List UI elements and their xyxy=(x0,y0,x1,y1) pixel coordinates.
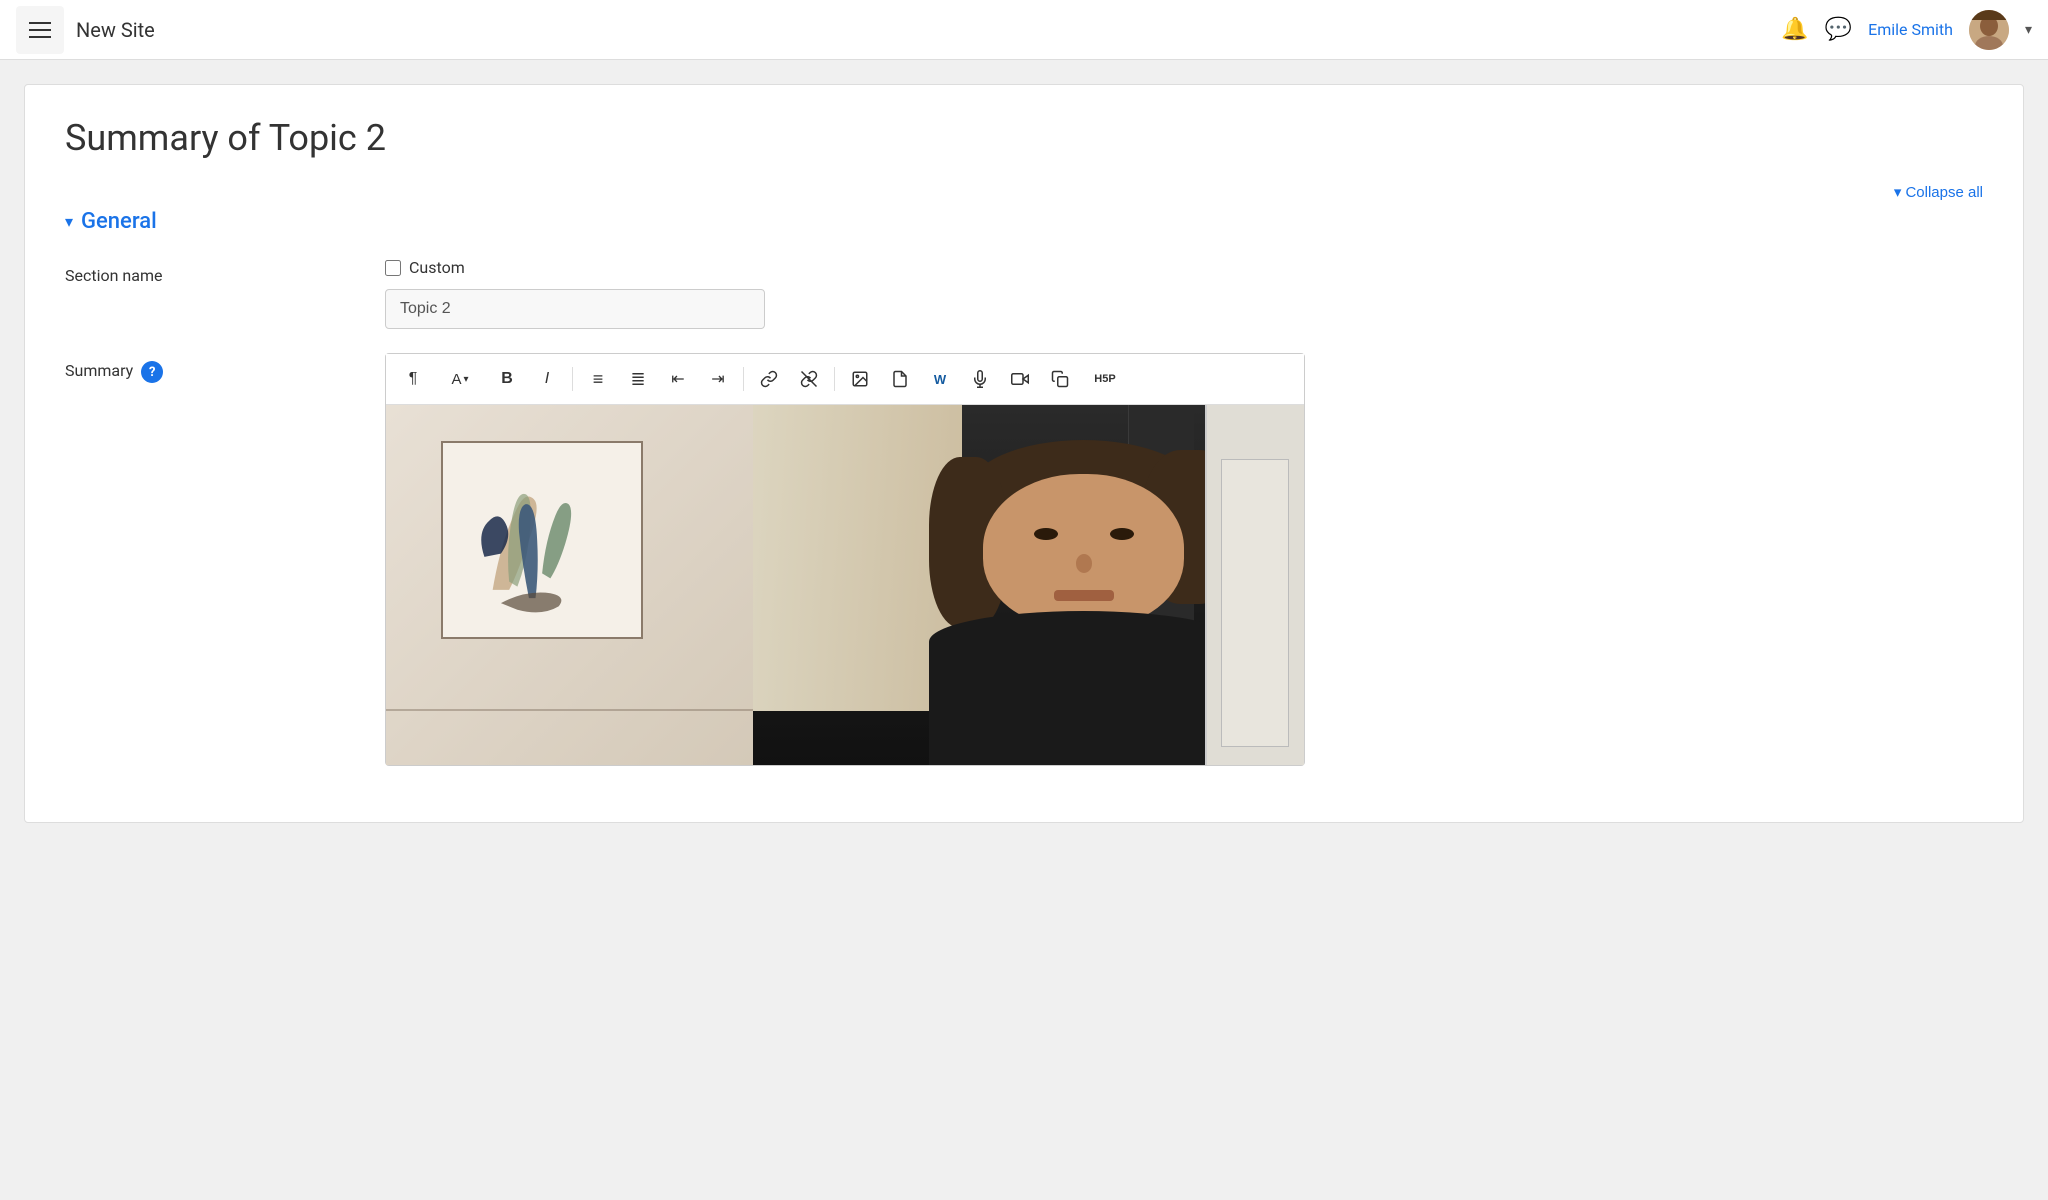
editor-toolbar: ¶ A ▾ B I ≡ ≣ ⇤ ⇥ xyxy=(386,354,1304,405)
paragraph-button[interactable]: ¶ xyxy=(394,360,432,398)
bold-button[interactable]: B xyxy=(488,360,526,398)
toolbar-separator-2 xyxy=(743,367,744,391)
artwork-frame xyxy=(441,441,643,639)
unlink-button[interactable] xyxy=(790,360,828,398)
photo-right xyxy=(753,405,1304,765)
notification-icon[interactable]: 🔔 xyxy=(1781,17,1808,42)
editor-body[interactable] xyxy=(386,405,1304,765)
insert-file-button[interactable] xyxy=(881,360,919,398)
section-name-label: Section name xyxy=(65,258,385,285)
custom-checkbox[interactable] xyxy=(385,260,401,276)
toolbar-separator-3 xyxy=(834,367,835,391)
summary-label-group: Summary ? xyxy=(65,353,385,383)
summary-label: Summary xyxy=(65,361,133,380)
main-content: Summary of Topic 2 ▾ Collapse all ▾ Gene… xyxy=(0,60,2048,847)
rich-text-editor: ¶ A ▾ B I ≡ ≣ ⇤ ⇥ xyxy=(385,353,1305,766)
toolbar-separator-1 xyxy=(572,367,573,391)
indent-decrease-button[interactable]: ⇤ xyxy=(659,360,697,398)
dropdown-arrow-icon[interactable]: ▾ xyxy=(2025,22,2032,38)
summary-editor-control: ¶ A ▾ B I ≡ ≣ ⇤ ⇥ xyxy=(385,353,1983,766)
header: New Site 🔔 💬 Emile Smith ▾ xyxy=(0,0,2048,60)
user-name[interactable]: Emile Smith xyxy=(1868,20,1953,39)
page-title: Summary of Topic 2 xyxy=(65,117,1983,159)
h5p-button[interactable]: H5P xyxy=(1081,360,1129,398)
indent-increase-button[interactable]: ⇥ xyxy=(699,360,737,398)
copy-button[interactable] xyxy=(1041,360,1079,398)
photo-scene xyxy=(386,405,1304,765)
site-title: New Site xyxy=(76,18,155,42)
avatar[interactable] xyxy=(1969,10,2009,50)
section-name-control: Custom xyxy=(385,258,1983,329)
insert-audio-button[interactable] xyxy=(961,360,999,398)
collapse-chevron-icon: ▾ xyxy=(1894,183,1902,201)
section-title: General xyxy=(81,209,157,234)
italic-button[interactable]: I xyxy=(528,360,566,398)
custom-checkbox-label: Custom xyxy=(409,258,465,277)
collapse-all-button[interactable]: ▾ Collapse all xyxy=(1894,183,1983,201)
font-size-button[interactable]: A ▾ xyxy=(434,360,486,398)
link-button[interactable] xyxy=(750,360,788,398)
menu-button[interactable] xyxy=(16,6,64,54)
door-right xyxy=(1205,405,1304,765)
body xyxy=(929,611,1237,765)
insert-video-button[interactable] xyxy=(1001,360,1039,398)
ordered-list-button[interactable]: ≣ xyxy=(619,360,657,398)
content-card: Summary of Topic 2 ▾ Collapse all ▾ Gene… xyxy=(24,84,2024,823)
custom-checkbox-row: Custom xyxy=(385,258,1983,277)
insert-word-button[interactable]: W xyxy=(921,360,959,398)
summary-row: Summary ? ¶ A ▾ B I xyxy=(65,353,1983,766)
help-icon[interactable]: ? xyxy=(141,361,163,383)
chat-icon[interactable]: 💬 xyxy=(1825,17,1852,42)
unordered-list-button[interactable]: ≡ xyxy=(579,360,617,398)
header-right: 🔔 💬 Emile Smith ▾ xyxy=(1781,10,2032,50)
collapse-all-row: ▾ Collapse all xyxy=(65,183,1983,201)
section-header: ▾ General xyxy=(65,209,1983,234)
photo-left xyxy=(386,405,753,765)
section-chevron-icon[interactable]: ▾ xyxy=(65,212,73,231)
editor-image xyxy=(386,405,1304,765)
section-name-row: Section name Custom xyxy=(65,258,1983,329)
insert-image-button[interactable] xyxy=(841,360,879,398)
topic-name-input[interactable] xyxy=(385,289,765,329)
face-oval xyxy=(983,474,1183,628)
collapse-all-label: Collapse all xyxy=(1905,184,1983,201)
